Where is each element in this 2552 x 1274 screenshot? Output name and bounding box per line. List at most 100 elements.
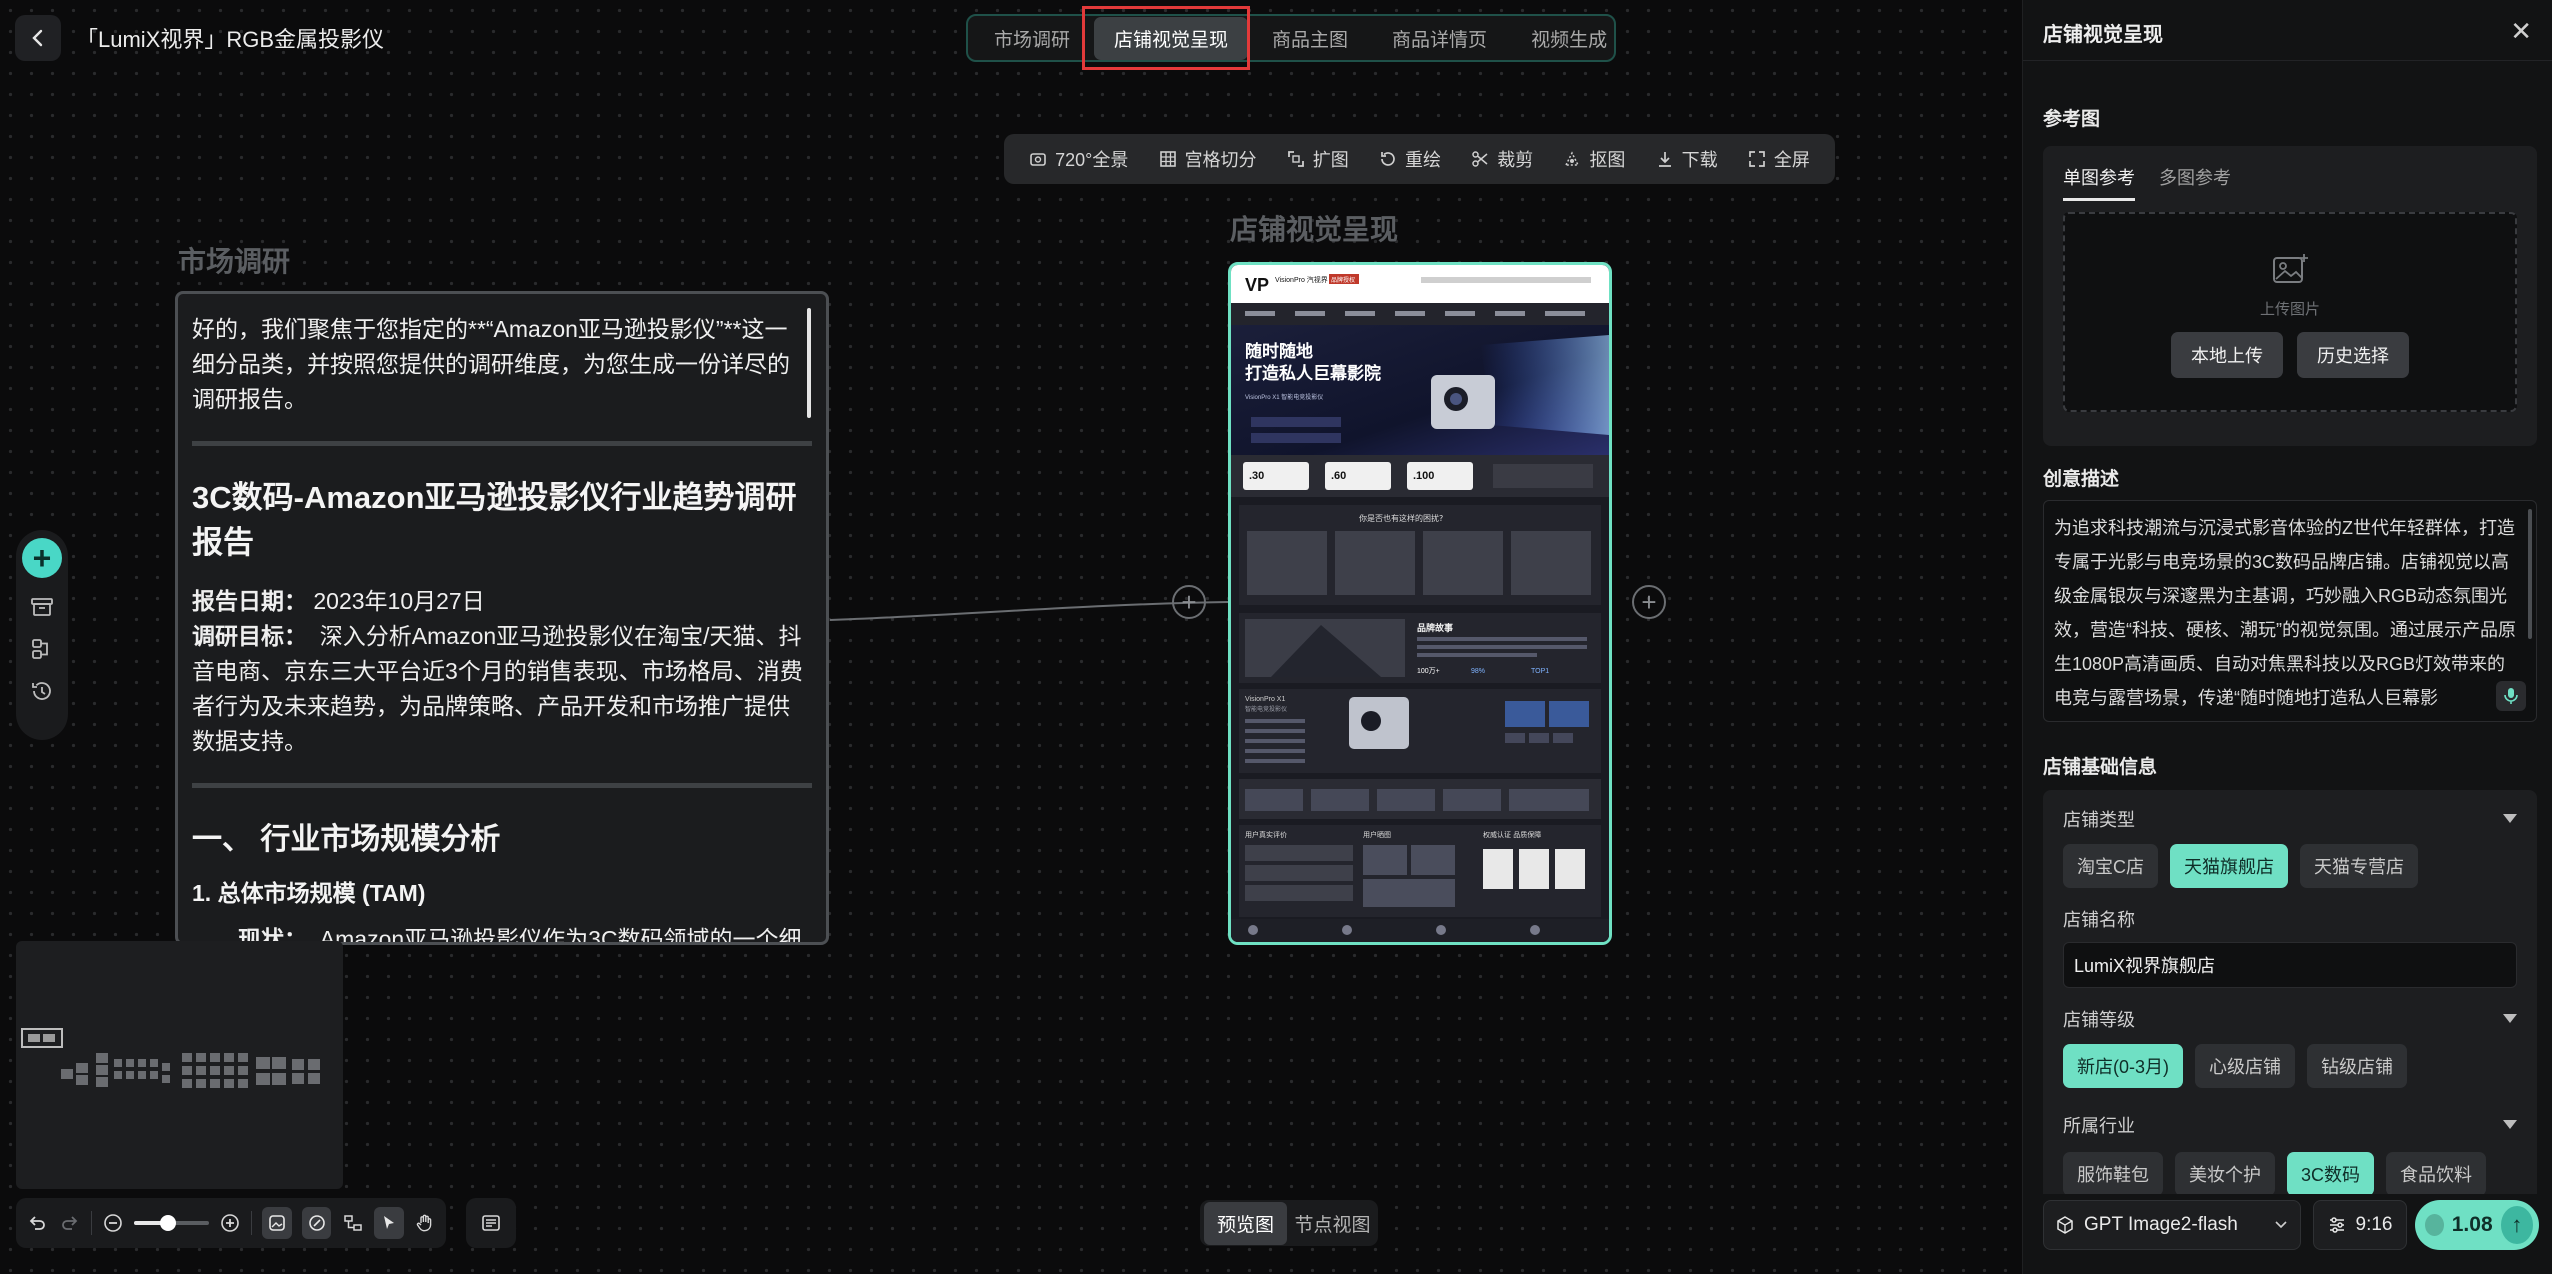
plus-icon: + [1181, 586, 1197, 617]
preview-view-button[interactable]: 预览图 [1204, 1201, 1287, 1245]
upload-dropzone[interactable]: 上传图片 本地上传 历史选择 [2063, 212, 2517, 412]
zoom-in-button[interactable] [219, 1211, 241, 1235]
store-type-option[interactable]: 淘宝C店 [2063, 844, 2158, 888]
zoom-slider-knob[interactable] [160, 1215, 177, 1231]
zoom-out-icon [104, 1214, 122, 1232]
minimap[interactable] [16, 941, 343, 1189]
tool-fullscreen[interactable]: 全屏 [1748, 146, 1810, 172]
tab-video[interactable]: 视频生成 [1511, 17, 1627, 60]
redo-button[interactable] [58, 1211, 80, 1235]
store-type-option[interactable]: 天猫旗舰店 [2170, 844, 2288, 888]
history-icon[interactable] [29, 678, 55, 704]
panel-title: 店铺视觉呈现 [2043, 24, 2163, 46]
undo-button[interactable] [26, 1211, 48, 1235]
close-icon: ✕ [2510, 16, 2532, 46]
tool-expand[interactable]: 扩图 [1287, 146, 1349, 172]
industry-option[interactable]: 美妆个护 [2175, 1152, 2275, 1196]
report-date-label: 报告日期： [192, 588, 307, 614]
tool-grid-split[interactable]: 宫格切分 [1159, 146, 1257, 172]
chevron-down-icon[interactable] [2503, 1014, 2517, 1023]
active-tab-highlight [1082, 6, 1250, 70]
coin-icon [2425, 1214, 2444, 1236]
tab-detail-page[interactable]: 商品详情页 [1372, 17, 1507, 60]
description-scrollbar[interactable] [2528, 509, 2532, 639]
notes-button[interactable] [466, 1198, 516, 1248]
settings-panel: 店铺视觉呈现 ✕ 参考图 单图参考 多图参考 上传图片 本地上传 历史选择 创意… [2022, 0, 2552, 1274]
mock-hero-1: 随时随地 [1245, 341, 1313, 362]
history-select-button[interactable]: 历史选择 [2297, 332, 2409, 378]
node-view-button[interactable]: 节点视图 [1291, 1202, 1374, 1245]
tool-expand-label: 扩图 [1312, 150, 1349, 170]
download-icon [1658, 152, 1671, 167]
style-tool-button[interactable] [301, 1207, 332, 1239]
tool-cutout[interactable]: 抠图 [1563, 146, 1625, 172]
description-section-title: 创意描述 [2043, 469, 2120, 490]
model-select[interactable]: GPT Image2-flash [2043, 1200, 2301, 1250]
upload-hint: 上传图片 [2259, 301, 2320, 318]
sliders-icon [2329, 1217, 2344, 1233]
store-mockup-image: VP VisionPro 汽视界 品牌授权 随时随地 打造私人巨幕影院 Visi… [1231, 265, 1609, 942]
archive-icon[interactable] [29, 594, 55, 620]
redraw-icon [1381, 152, 1395, 166]
tab-main-image[interactable]: 商品主图 [1252, 17, 1368, 60]
voice-input-button[interactable] [2496, 681, 2526, 711]
card-scrollbar[interactable] [807, 308, 811, 418]
section-heading: 一、 行业市场规模分析 [192, 823, 501, 856]
local-upload-button[interactable]: 本地上传 [2171, 332, 2283, 378]
connect-tool-button[interactable] [341, 1211, 363, 1235]
layers-icon[interactable] [29, 636, 55, 662]
project-title: 「LumiX视界」RGB金属投影仪 [76, 27, 385, 52]
generate-button[interactable]: 1.08 ↑ [2415, 1200, 2539, 1250]
industry-option[interactable]: 3C数码 [2287, 1152, 2375, 1196]
svg-text:VP: VP [1245, 275, 1269, 295]
select-tool-button[interactable] [373, 1207, 404, 1239]
zoom-slider[interactable] [134, 1215, 209, 1231]
close-panel-button[interactable]: ✕ [2510, 16, 2532, 47]
tab-multi-reference[interactable]: 多图参考 [2159, 164, 2231, 201]
store-preview-card[interactable]: VP VisionPro 汽视界 品牌授权 随时随地 打造私人巨幕影院 Visi… [1228, 262, 1612, 945]
industry-option[interactable]: 食品饮料 [2386, 1152, 2487, 1196]
mock-cert: 权威认证 品质保障 [1483, 830, 1541, 839]
status-value: Amazon亚马逊投影仪作为3C数码领域的一个细 [319, 926, 802, 945]
chevron-down-icon[interactable] [2503, 814, 2517, 823]
divider [192, 783, 812, 788]
brush-icon [308, 1215, 325, 1231]
chevron-left-icon [32, 29, 43, 47]
store-level-option[interactable]: 心级店铺 [2195, 1044, 2296, 1088]
tool-grid-split-label: 宫格切分 [1184, 150, 1257, 170]
hand-tool-button[interactable] [414, 1211, 436, 1235]
chevron-down-icon[interactable] [2503, 1120, 2517, 1129]
report-goal-label: 调研目标： [192, 623, 307, 649]
creative-description-input[interactable]: 为追求科技潮流与沉浸式影音体验的Z世代年轻群体，打造专属于光影与电竞场景的3C数… [2043, 500, 2537, 722]
industry-options: 服饰鞋包 美妆个护 3C数码 食品饮料 [2063, 1152, 2487, 1196]
aspect-ratio-button[interactable]: 9:16 [2313, 1200, 2407, 1250]
cube-icon [2057, 1216, 2073, 1234]
add-node-after-button[interactable]: + [1632, 585, 1666, 619]
store-name-label: 店铺名称 [2063, 910, 2135, 930]
tool-redraw[interactable]: 重绘 [1379, 146, 1441, 172]
industry-option[interactable]: 服饰鞋包 [2063, 1152, 2163, 1196]
creative-description-text: 为追求科技潮流与沉浸式影音体验的Z世代年轻群体，打造专属于光影与电竞场景的3C数… [2054, 518, 2516, 708]
store-level-option[interactable]: 钻级店铺 [2307, 1044, 2408, 1088]
tab-single-reference[interactable]: 单图参考 [2063, 164, 2135, 201]
left-tool-rail: + [16, 530, 68, 740]
image-tool-button[interactable] [261, 1207, 292, 1239]
add-node-button[interactable]: + [22, 538, 62, 578]
back-button[interactable] [15, 15, 61, 61]
store-type-options: 淘宝C店 天猫旗舰店 天猫专营店 [2063, 844, 2418, 888]
store-type-option[interactable]: 天猫专营店 [2300, 844, 2418, 888]
tool-download[interactable]: 下载 [1656, 146, 1718, 172]
store-level-option[interactable]: 新店(0-3月) [2063, 1044, 2184, 1088]
zoom-out-button[interactable] [102, 1211, 124, 1235]
mock-brand: VisionPro 汽视界 [1275, 275, 1328, 284]
tab-market-research[interactable]: 市场调研 [974, 17, 1090, 60]
tool-panorama[interactable]: 720°全景 [1029, 146, 1128, 172]
reference-section-title: 参考图 [2043, 109, 2101, 130]
tool-crop[interactable]: 裁剪 [1471, 146, 1533, 172]
add-node-before-button[interactable]: + [1172, 585, 1206, 619]
store-name-input[interactable] [2063, 942, 2517, 988]
mock-brand-num-2: 98% [1471, 668, 1485, 675]
store-level-options: 新店(0-3月) 心级店铺 钻级店铺 [2063, 1044, 2408, 1088]
market-research-card[interactable]: 好的，我们聚焦于您指定的**“Amazon亚马逊投影仪”**这一细分品类，并按照… [175, 291, 829, 945]
mock-stat-3: .100 [1413, 470, 1434, 482]
